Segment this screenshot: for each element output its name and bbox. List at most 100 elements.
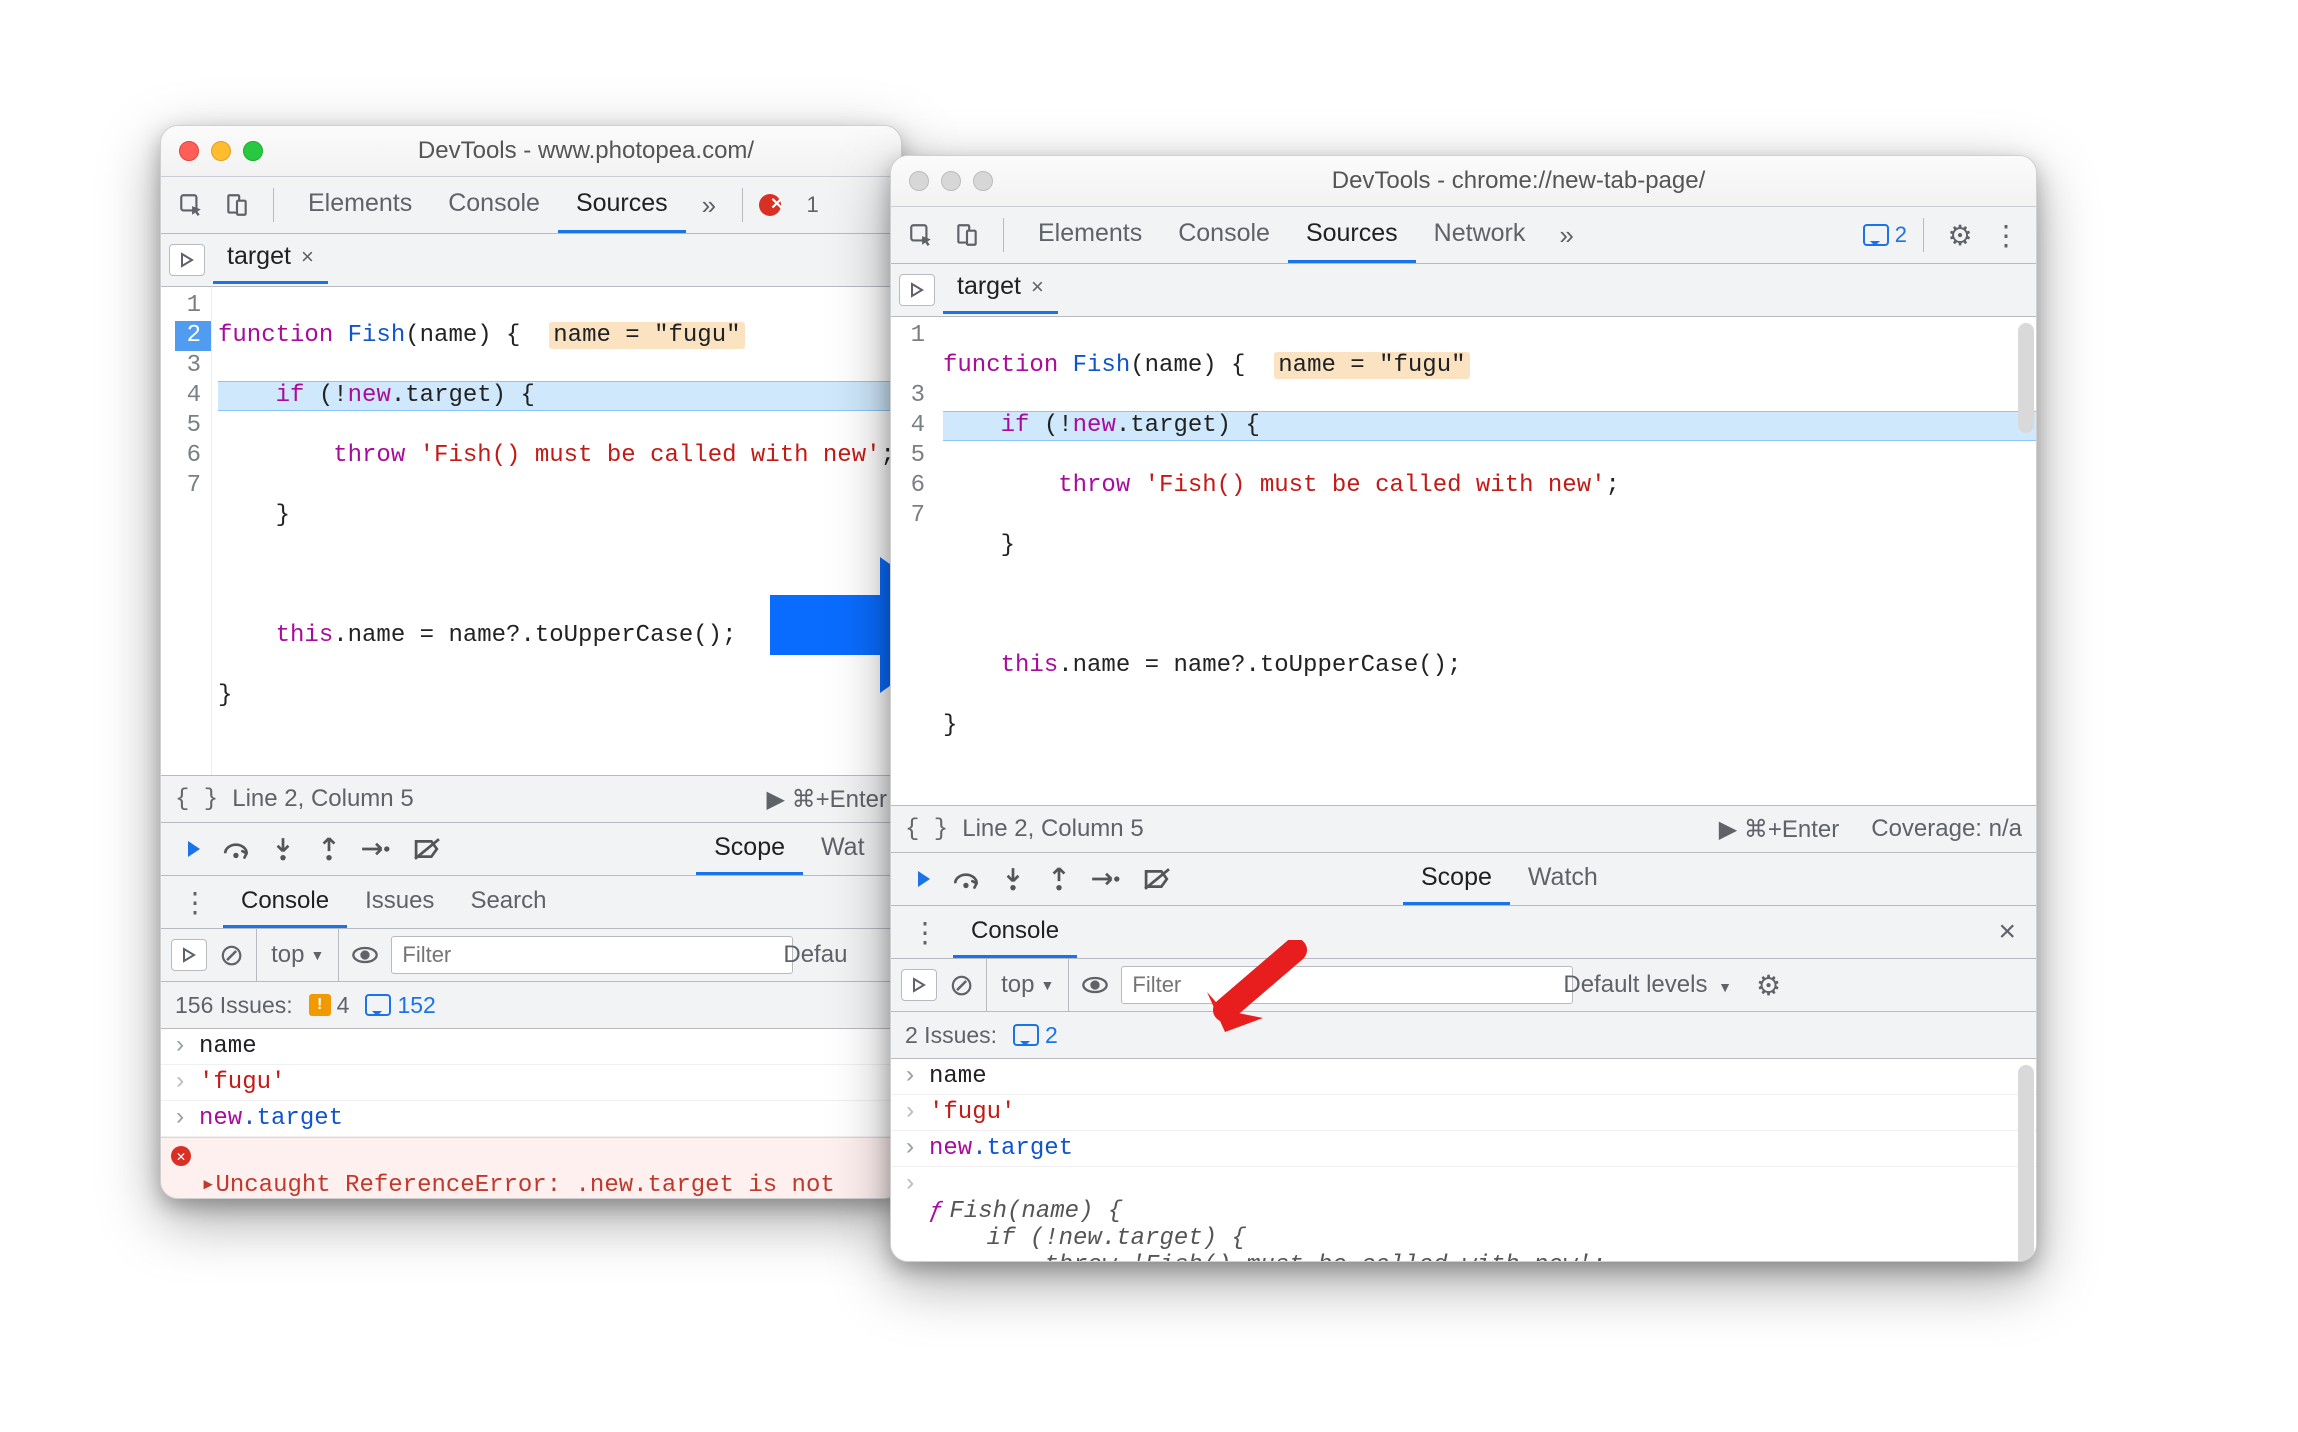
context-selector[interactable]: top ▼: [986, 959, 1069, 1011]
drawer-menu-icon[interactable]: ⋮: [171, 886, 217, 919]
info-icon: [1013, 1024, 1039, 1046]
main-tabs: Elements Console Sources: [290, 177, 686, 233]
file-tab-target[interactable]: target ×: [943, 266, 1058, 314]
console-output[interactable]: ›name ‹'fugu' ›new.target ‹ ƒFish(name) …: [891, 1059, 2036, 1261]
console-filter-input[interactable]: [1121, 966, 1573, 1004]
more-menu-icon[interactable]: ⋮: [1986, 215, 2026, 255]
run-shortcut-hint[interactable]: ▶ ⌘+Enter: [766, 785, 887, 814]
resume-icon[interactable]: [901, 859, 941, 899]
drawer-tab-search[interactable]: Search: [452, 876, 564, 928]
input-marker-icon: ›: [901, 1135, 919, 1162]
tab-elements[interactable]: Elements: [1020, 207, 1160, 263]
console-output-function[interactable]: ‹ ƒFish(name) { if (!new.target) { throw…: [891, 1167, 2036, 1261]
live-expression-icon[interactable]: [351, 941, 379, 969]
pretty-print-icon[interactable]: { }: [175, 786, 218, 813]
tab-scope[interactable]: Scope: [696, 823, 803, 875]
minimize-window-icon[interactable]: [211, 141, 231, 161]
close-tab-icon[interactable]: ×: [301, 244, 314, 270]
zoom-window-icon[interactable]: [973, 171, 993, 191]
snippet-run-button[interactable]: [169, 244, 205, 276]
console-sidebar-toggle[interactable]: [171, 939, 207, 971]
tab-console[interactable]: Console: [1160, 207, 1288, 263]
tab-network[interactable]: Network: [1416, 207, 1544, 263]
zoom-window-icon[interactable]: [243, 141, 263, 161]
clear-console-icon[interactable]: ⊘: [949, 968, 974, 1003]
drawer-tabs: ⋮ Console ×: [891, 906, 2036, 959]
console-settings-icon[interactable]: ⚙: [1756, 969, 1781, 1002]
drawer-menu-icon[interactable]: ⋮: [901, 916, 947, 949]
input-marker-icon: ›: [901, 1063, 919, 1090]
issues-summary[interactable]: 156 Issues: ! 4 152: [161, 982, 901, 1029]
issues-total: 2 Issues:: [905, 1022, 997, 1049]
titlebar[interactable]: DevTools - www.photopea.com/: [161, 126, 901, 177]
drawer-tab-console[interactable]: Console: [223, 876, 347, 928]
device-toggle-icon[interactable]: [217, 185, 257, 225]
inspect-element-icon[interactable]: [901, 215, 941, 255]
tab-sources[interactable]: Sources: [558, 177, 686, 233]
more-tabs-icon[interactable]: »: [1549, 220, 1583, 251]
error-count-badge[interactable]: ✕ 1: [759, 192, 819, 218]
drawer-tab-console[interactable]: Console: [953, 906, 1077, 958]
editor-status-bar: { } Line 2, Column 5 ▶ ⌘+Enter: [161, 776, 901, 823]
coverage-status[interactable]: Coverage: n/a: [1871, 815, 2022, 843]
console-filter[interactable]: [391, 936, 771, 974]
clear-console-icon[interactable]: ⊘: [219, 938, 244, 973]
close-tab-icon[interactable]: ×: [1031, 274, 1044, 300]
file-tab-target[interactable]: target ×: [213, 236, 328, 284]
issues-summary[interactable]: 2 Issues: 2: [891, 1012, 2036, 1059]
device-toggle-icon[interactable]: [947, 215, 987, 255]
tab-elements[interactable]: Elements: [290, 177, 430, 233]
tab-watch[interactable]: Wat: [803, 823, 891, 875]
scrollbar[interactable]: [2018, 323, 2034, 433]
file-tab-strip: target ×: [891, 264, 2036, 317]
code-editor[interactable]: 1234567 function Fish(name) { name = "fu…: [161, 287, 901, 776]
log-levels-selector[interactable]: Defau: [783, 941, 849, 969]
drawer-tab-issues[interactable]: Issues: [347, 876, 452, 928]
input-marker-icon: ›: [171, 1105, 189, 1132]
issue-count-badge[interactable]: 2: [1863, 222, 1907, 248]
more-tabs-icon[interactable]: »: [692, 190, 726, 221]
console-error[interactable]: ✕ ▸Uncaught ReferenceError: .new.target …: [161, 1137, 901, 1198]
console-filter-input[interactable]: [391, 936, 793, 974]
step-icon[interactable]: [1085, 859, 1125, 899]
chevron-down-icon: ▼: [1718, 979, 1732, 995]
deactivate-breakpoints-icon[interactable]: [407, 829, 447, 869]
cursor-position: Line 2, Column 5: [232, 785, 413, 813]
run-shortcut-hint[interactable]: ▶ ⌘+Enter: [1719, 815, 1840, 844]
live-expression-icon[interactable]: [1081, 971, 1109, 999]
warning-icon: !: [309, 994, 331, 1016]
file-tab-strip: target ×: [161, 234, 901, 287]
scrollbar[interactable]: [2018, 1065, 2034, 1261]
log-levels-selector[interactable]: Default levels ▼: [1563, 971, 1732, 999]
close-window-icon[interactable]: [179, 141, 199, 161]
titlebar[interactable]: DevTools - chrome://new-tab-page/: [891, 156, 2036, 207]
step-over-icon[interactable]: [217, 829, 257, 869]
context-selector[interactable]: top ▼: [256, 929, 339, 981]
minimize-window-icon[interactable]: [941, 171, 961, 191]
pretty-print-icon[interactable]: { }: [905, 816, 948, 843]
step-out-icon[interactable]: [309, 829, 349, 869]
settings-gear-icon[interactable]: ⚙: [1940, 215, 1980, 255]
close-drawer-icon[interactable]: ×: [1988, 915, 2026, 949]
step-out-icon[interactable]: [1039, 859, 1079, 899]
code-editor[interactable]: 1234567 2 function Fish(name) { name = "…: [891, 317, 2036, 806]
console-sidebar-toggle[interactable]: [901, 969, 937, 1001]
console-filter[interactable]: [1121, 966, 1551, 1004]
deactivate-breakpoints-icon[interactable]: [1137, 859, 1177, 899]
step-icon[interactable]: [355, 829, 395, 869]
close-window-icon[interactable]: [909, 171, 929, 191]
step-into-icon[interactable]: [263, 829, 303, 869]
main-tabs: Elements Console Sources Network: [1020, 207, 1543, 263]
inspect-element-icon[interactable]: [171, 185, 211, 225]
step-over-icon[interactable]: [947, 859, 987, 899]
console-output-1: 'fugu': [929, 1099, 1015, 1126]
step-into-icon[interactable]: [993, 859, 1033, 899]
tab-scope[interactable]: Scope: [1403, 853, 1510, 905]
console-output[interactable]: ›name ‹'fugu' ›new.target ✕ ▸Uncaught Re…: [161, 1029, 901, 1198]
resume-icon[interactable]: [171, 829, 211, 869]
snippet-run-button[interactable]: [899, 274, 935, 306]
tab-watch[interactable]: Watch: [1510, 853, 1616, 905]
cursor-position: Line 2, Column 5: [962, 815, 1143, 843]
tab-sources[interactable]: Sources: [1288, 207, 1416, 263]
tab-console[interactable]: Console: [430, 177, 558, 233]
